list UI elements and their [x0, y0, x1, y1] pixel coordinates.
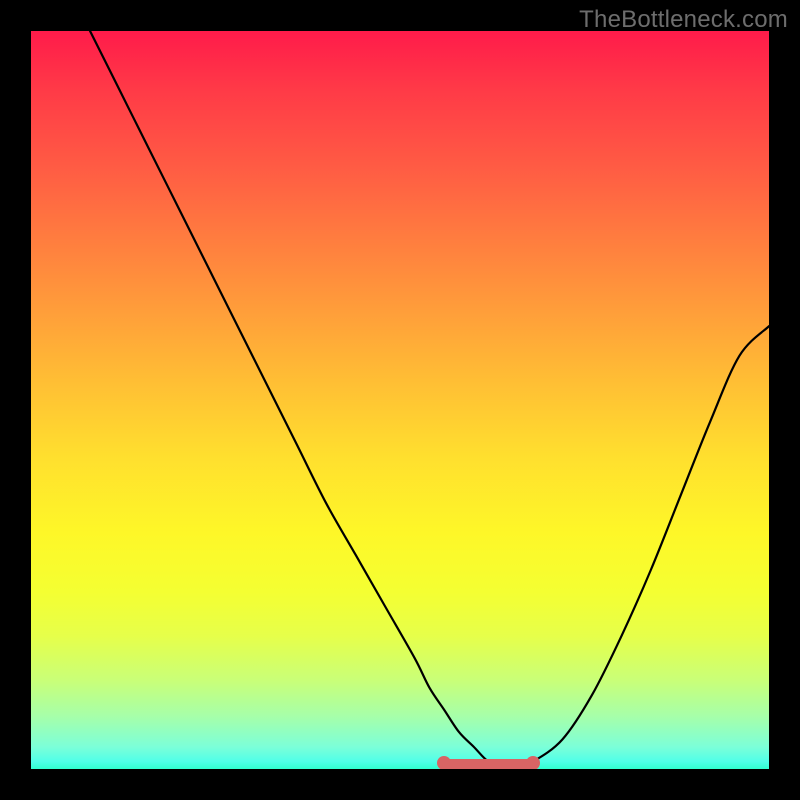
bottleneck-curve — [31, 31, 769, 769]
optimal-range-marker — [444, 759, 533, 769]
optimal-range-marker-right — [526, 756, 540, 769]
plot-area — [31, 31, 769, 769]
chart-frame: TheBottleneck.com — [0, 0, 800, 800]
optimal-range-marker-left — [437, 756, 451, 769]
watermark-text: TheBottleneck.com — [579, 6, 788, 34]
